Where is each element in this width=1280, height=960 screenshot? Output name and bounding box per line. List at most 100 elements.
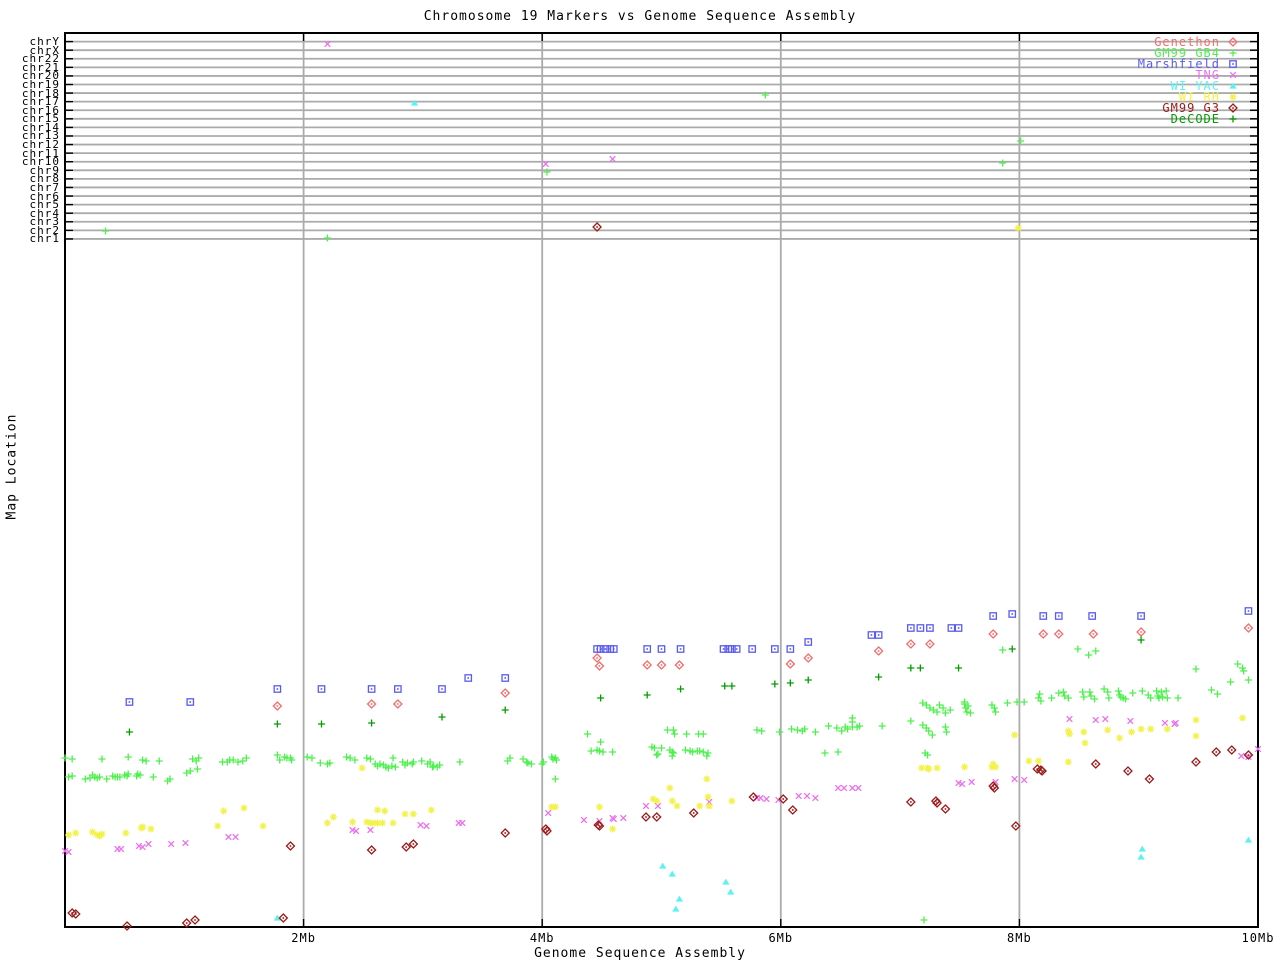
marker-gm99-g3 [190, 915, 200, 925]
marker-gm99-gb4 [1114, 687, 1122, 695]
marker-wi-rh [989, 760, 997, 768]
marker-tng [620, 814, 627, 822]
marker-decode [771, 680, 779, 688]
marker-gm99-gb4 [1048, 694, 1056, 702]
marker-genethon [1243, 623, 1254, 633]
marker-gm99-gb4 [68, 755, 76, 763]
marker-gm99-gb4 [928, 731, 936, 739]
marker-gm99-gb4 [1085, 651, 1093, 659]
marker-gm99-gb4 [103, 775, 111, 783]
marker-wi-rh [728, 797, 736, 805]
marker-gm99-g3 [1191, 757, 1201, 767]
marker-gm99-gb4 [811, 728, 819, 736]
series-wi-yac [273, 99, 1253, 921]
marker-gm99-gb4 [699, 748, 707, 756]
marker-tng [795, 792, 802, 800]
x-tick-label-10Mb: 10Mb [1241, 931, 1275, 945]
marker-gm99-gb4 [1162, 687, 1170, 695]
marker-gm99-gb4 [155, 757, 163, 765]
marker-genethon [592, 653, 602, 663]
marker-decode [438, 713, 446, 721]
marker-gm99-gb4 [1080, 693, 1088, 701]
marker-wi-rh [933, 764, 941, 772]
marker-tng [849, 784, 856, 792]
marker-wi-rh [1238, 714, 1246, 722]
marker-tng [1092, 716, 1100, 724]
marker-gm99-gb4 [878, 722, 886, 730]
marker-tng [232, 833, 239, 841]
marker-gm99-gb4 [68, 772, 76, 780]
marker-marshfield [676, 645, 685, 653]
marker-marshfield [601, 645, 610, 653]
series-tng [61, 40, 1262, 856]
marker-gm99-gb4 [1074, 645, 1082, 653]
marker-wi-rh [1081, 739, 1089, 747]
marker-tng [1238, 752, 1245, 760]
marker-gm99-gb4 [124, 753, 132, 761]
marker-gm99-gb4 [821, 749, 829, 757]
marker-marshfield [954, 624, 963, 632]
marker-marshfield [804, 638, 813, 646]
marker-decode [1008, 645, 1016, 653]
marker-decode [317, 720, 325, 728]
marker-gm99-gb4 [366, 755, 374, 763]
marker-wi-rh [1034, 757, 1042, 765]
marker-gm99-gb4 [658, 744, 665, 752]
x-tick-label-8Mb: 8Mb [1007, 931, 1032, 945]
marker-gm99-g3 [1123, 766, 1133, 776]
marker-tng [117, 845, 125, 853]
marker-gm99-gb4 [992, 708, 1000, 716]
marker-wi-rh [389, 819, 397, 827]
marker-wi-rh [666, 784, 674, 792]
marker-gm99-gb4 [389, 754, 397, 762]
marker-gm99-gb4 [1138, 687, 1146, 695]
marker-gm99-gb4 [681, 746, 689, 754]
marker-decode [804, 676, 812, 684]
marker-genethon [785, 659, 796, 669]
marker-tng [1066, 715, 1073, 723]
marker-gm99-gb4 [1234, 660, 1242, 668]
marker-wi-rh [961, 763, 969, 771]
marker-gm99-gb4 [776, 728, 784, 736]
marker-tng [968, 778, 975, 786]
marker-wi-rh [1163, 725, 1171, 733]
marker-gm99-gb4 [308, 754, 316, 762]
marker-gm99-gb4 [1157, 688, 1165, 696]
marker-gm99-gb4 [834, 748, 842, 756]
marker-marshfield [1244, 607, 1253, 615]
marker-gm99-gb4 [999, 159, 1007, 167]
marker-decode [273, 720, 281, 728]
marker-wi-rh [409, 810, 417, 818]
marker-genethon [272, 701, 283, 711]
marker-gm99-gb4 [1060, 688, 1068, 696]
series-genethon [272, 623, 1254, 711]
marker-genethon [803, 653, 814, 663]
marker-decode [907, 664, 915, 672]
marker-gm99-g3 [278, 913, 289, 923]
marker-tng [544, 809, 552, 817]
marker-wi-yac [659, 862, 667, 869]
marker-gm99-gb4 [303, 753, 311, 761]
chrom-label-chr1: chr1 [29, 232, 60, 246]
marker-tng [642, 802, 650, 810]
marker-gm99-gb4 [1020, 698, 1028, 706]
marker-wi-rh [220, 807, 228, 815]
marker-gm99-gb4 [551, 775, 559, 783]
marker-tng [1102, 715, 1109, 723]
marker-decode [786, 679, 794, 687]
y-axis-label: Map Location [4, 413, 20, 520]
marker-wi-rh [1104, 726, 1112, 734]
marker-tng [145, 840, 152, 848]
marker-gm99-gb4 [1055, 689, 1063, 697]
marker-tng [763, 795, 770, 803]
marker-tng [167, 840, 175, 848]
marker-genethon [1053, 629, 1064, 639]
marker-genethon [392, 699, 403, 709]
marker-tng [1011, 775, 1018, 783]
marker-gm99-gb4 [669, 726, 677, 734]
marker-gm99-gb4 [1092, 647, 1100, 655]
marker-genethon [988, 629, 999, 639]
marker-wi-rh [358, 764, 366, 772]
marker-marshfield [906, 624, 915, 632]
legend-item-decode: DeCODE [1171, 113, 1246, 125]
